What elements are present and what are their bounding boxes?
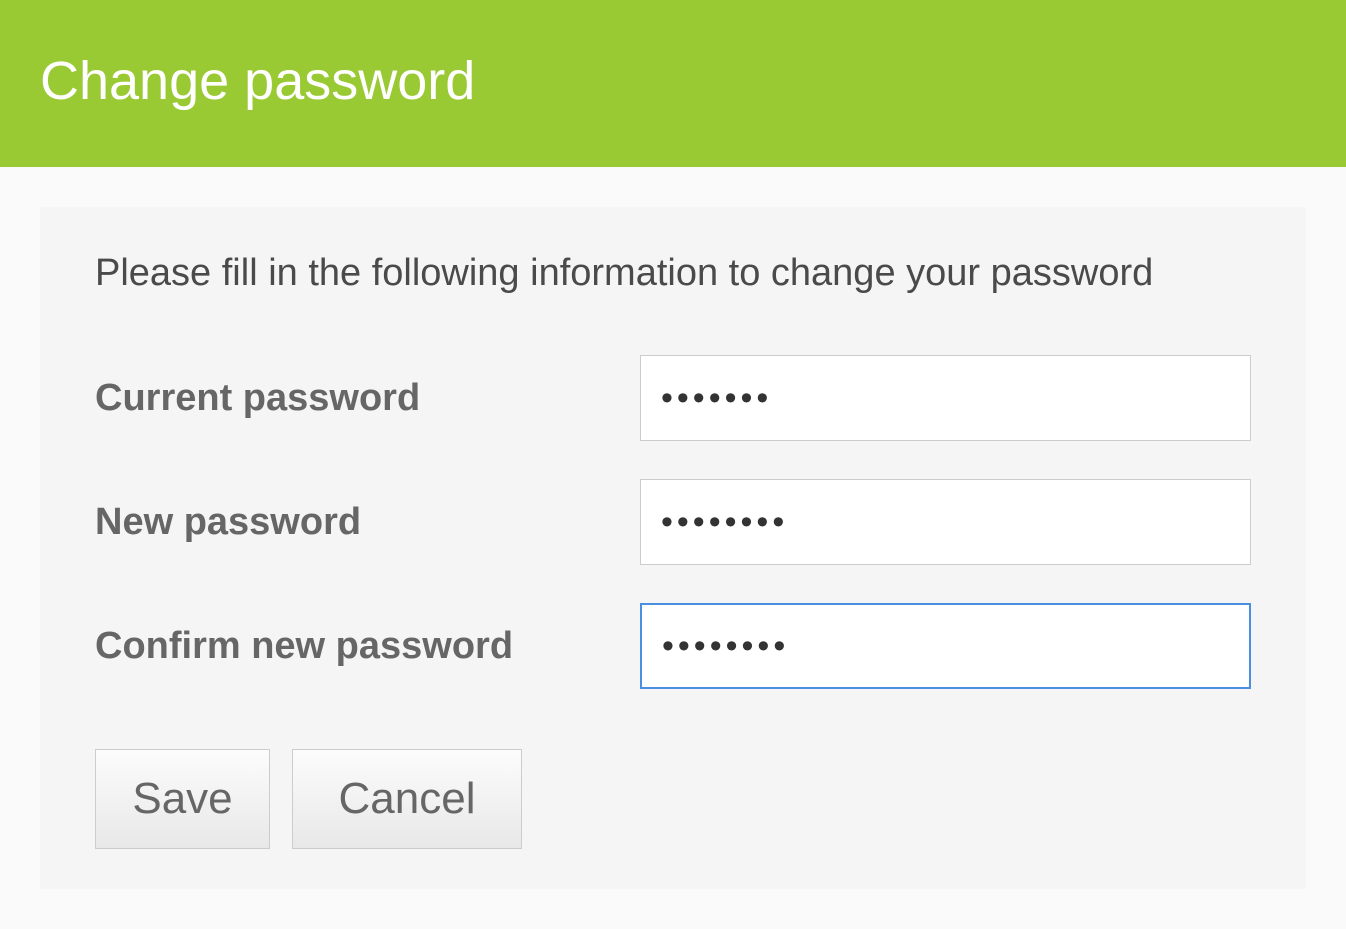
save-button[interactable]: Save xyxy=(95,749,270,849)
button-row: Save Cancel xyxy=(95,749,1251,849)
current-password-row: Current password xyxy=(95,355,1251,441)
form-instruction: Please fill in the following information… xyxy=(95,247,1251,300)
content-area: Please fill in the following information… xyxy=(0,167,1346,929)
cancel-button[interactable]: Cancel xyxy=(292,749,522,849)
change-password-form: Please fill in the following information… xyxy=(40,207,1306,889)
page-title: Change password xyxy=(40,50,1306,112)
current-password-label: Current password xyxy=(95,377,640,420)
new-password-input[interactable] xyxy=(640,479,1251,565)
new-password-row: New password xyxy=(95,479,1251,565)
confirm-password-input[interactable] xyxy=(640,603,1251,689)
confirm-password-row: Confirm new password xyxy=(95,603,1251,689)
new-password-label: New password xyxy=(95,501,640,544)
confirm-password-label: Confirm new password xyxy=(95,625,640,668)
page-header: Change password xyxy=(0,0,1346,167)
current-password-input[interactable] xyxy=(640,355,1251,441)
